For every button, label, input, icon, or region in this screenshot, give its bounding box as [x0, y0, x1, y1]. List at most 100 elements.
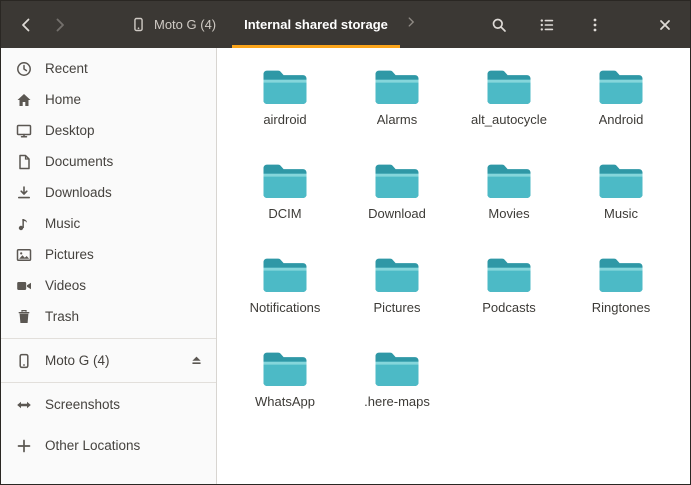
folder-label: airdroid [263, 112, 306, 127]
back-arrow-icon [18, 17, 34, 33]
sidebar-separator [1, 382, 216, 383]
breadcrumb-device[interactable]: Moto G (4) [117, 1, 230, 48]
forward-button[interactable] [43, 8, 77, 42]
sidebar-item-label: Videos [45, 278, 86, 293]
eject-icon [189, 353, 204, 368]
desktop-icon [16, 123, 32, 139]
folder-icon [485, 161, 533, 201]
sidebar-item-downloads[interactable]: Downloads [1, 177, 216, 208]
sidebar-item-home[interactable]: Home [1, 84, 216, 115]
folder-icon [373, 161, 421, 201]
folder-item-alt-autocycle[interactable]: alt_autocycle [453, 60, 565, 154]
sidebar-item-label: Pictures [45, 247, 94, 262]
download-icon [16, 185, 32, 201]
trash-icon [16, 309, 32, 325]
sidebar-item-label: Moto G (4) [45, 353, 169, 368]
sidebar-item-moto-g-4[interactable]: Moto G (4) [1, 345, 216, 376]
folder-label: Movies [488, 206, 529, 221]
sidebar: Recent Home Desktop Documents Downloads … [1, 48, 217, 484]
menu-dots-icon [587, 17, 603, 33]
home-icon [16, 92, 32, 108]
folder-icon [261, 161, 309, 201]
breadcrumb-current[interactable]: Internal shared storage [230, 1, 402, 48]
header-bar: Moto G (4) Internal shared storage [1, 1, 690, 48]
close-icon [657, 17, 673, 33]
menu-button[interactable] [578, 8, 612, 42]
folder-item-airdroid[interactable]: airdroid [229, 60, 341, 154]
folder-icon [485, 255, 533, 295]
back-button[interactable] [9, 8, 43, 42]
folder-item-whatsapp[interactable]: WhatsApp [229, 342, 341, 436]
folder-label: Music [604, 206, 638, 221]
sidebar-item-music[interactable]: Music [1, 208, 216, 239]
folder-item-dcim[interactable]: DCIM [229, 154, 341, 248]
folder-icon [597, 255, 645, 295]
folder-icon [261, 255, 309, 295]
app-body: Recent Home Desktop Documents Downloads … [1, 48, 690, 484]
folder-grid: airdroid Alarms alt_autocycle [229, 60, 680, 436]
folder-icon [373, 349, 421, 389]
breadcrumb-device-label: Moto G (4) [154, 17, 216, 32]
picture-icon [16, 247, 32, 263]
folder-label: Podcasts [482, 300, 535, 315]
close-window-button[interactable] [648, 8, 682, 42]
sidebar-item-label: Documents [45, 154, 113, 169]
sidebar-item-documents[interactable]: Documents [1, 146, 216, 177]
folder-item-movies[interactable]: Movies [453, 154, 565, 248]
folder-view: airdroid Alarms alt_autocycle [217, 48, 690, 484]
folder-label: DCIM [268, 206, 301, 221]
folder-label: Download [368, 206, 426, 221]
folder-icon [261, 349, 309, 389]
folder-icon [261, 67, 309, 107]
document-icon [16, 154, 32, 170]
sidebar-item-label: Downloads [45, 185, 112, 200]
view-list-button[interactable] [530, 8, 564, 42]
sidebar-item-label: Other Locations [45, 438, 140, 453]
folder-item-pictures[interactable]: Pictures [341, 248, 453, 342]
folder-label: alt_autocycle [471, 112, 547, 127]
sidebar-item-label: Music [45, 216, 80, 231]
folder-item-ringtones[interactable]: Ringtones [565, 248, 677, 342]
folder-icon [485, 67, 533, 107]
breadcrumb-current-label: Internal shared storage [244, 17, 388, 32]
folder-item-android[interactable]: Android [565, 60, 677, 154]
sidebar-item-videos[interactable]: Videos [1, 270, 216, 301]
folder-label: Android [599, 112, 644, 127]
sidebar-item-trash[interactable]: Trash [1, 301, 216, 332]
folder-item-alarms[interactable]: Alarms [341, 60, 453, 154]
sidebar-item-pictures[interactable]: Pictures [1, 239, 216, 270]
sidebar-item-other-locations[interactable]: Other Locations [1, 430, 216, 461]
sidebar-item-label: Screenshots [45, 397, 120, 412]
sidebar-item-desktop[interactable]: Desktop [1, 115, 216, 146]
sidebar-separator [1, 338, 216, 339]
list-view-icon [539, 17, 555, 33]
sidebar-item-label: Home [45, 92, 81, 107]
clock-icon [16, 61, 32, 77]
forward-arrow-icon [52, 17, 68, 33]
folder-icon [373, 255, 421, 295]
sidebar-item-screenshots[interactable]: Screenshots [1, 389, 216, 420]
music-note-icon [16, 216, 32, 232]
search-icon [491, 17, 507, 33]
sidebar-item-recent[interactable]: Recent [1, 53, 216, 84]
sidebar-item-label: Recent [45, 61, 88, 76]
folder-label: .here-maps [364, 394, 430, 409]
eject-button[interactable] [182, 347, 210, 375]
video-camera-icon [16, 278, 32, 294]
plus-icon [16, 438, 32, 454]
folder-label: Ringtones [592, 300, 651, 315]
phone-icon [16, 353, 32, 369]
folder-item-here-maps[interactable]: .here-maps [341, 342, 453, 436]
sidebar-item-label: Desktop [45, 123, 95, 138]
folder-item-music[interactable]: Music [565, 154, 677, 248]
folder-item-notifications[interactable]: Notifications [229, 248, 341, 342]
folder-icon [373, 67, 421, 107]
chevron-right-icon [402, 1, 420, 48]
folder-item-podcasts[interactable]: Podcasts [453, 248, 565, 342]
folder-item-download[interactable]: Download [341, 154, 453, 248]
sidebar-item-label: Trash [45, 309, 79, 324]
folder-label: WhatsApp [255, 394, 315, 409]
search-button[interactable] [482, 8, 516, 42]
folder-icon [597, 161, 645, 201]
header-actions [482, 8, 682, 42]
